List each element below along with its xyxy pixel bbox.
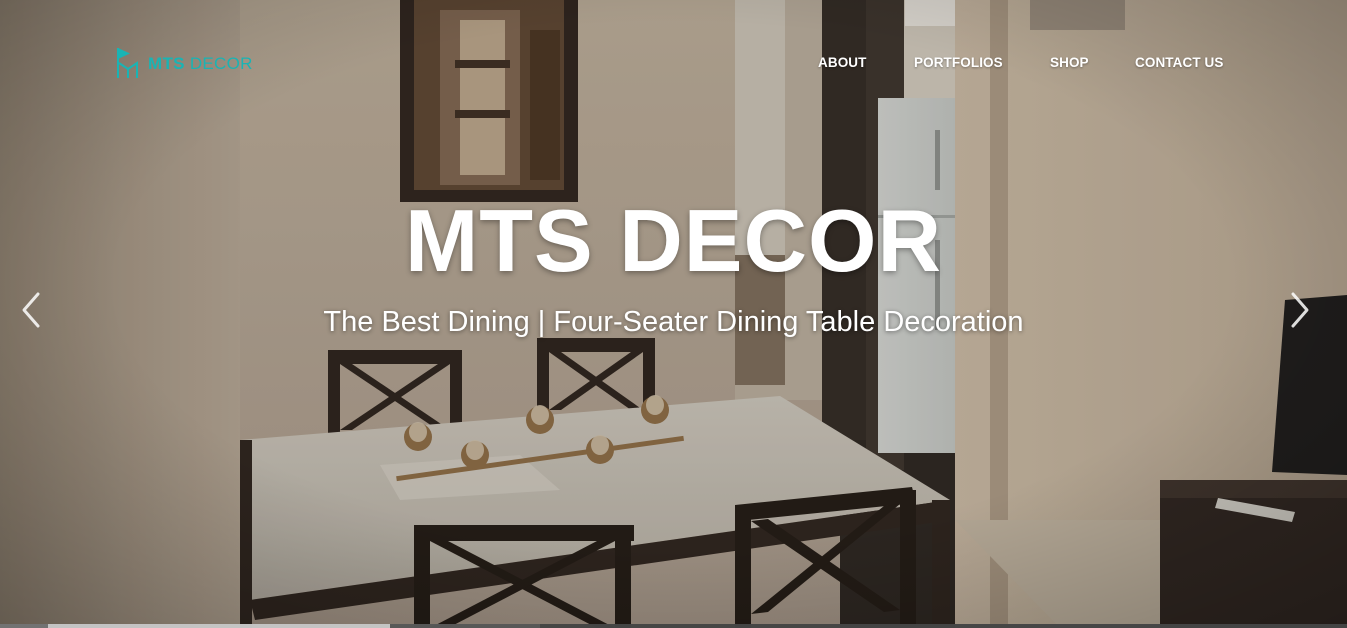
main-nav: ABOUT PORTFOLIOS SHOP CONTACT US <box>0 55 1347 73</box>
carousel-indicator-active[interactable] <box>48 624 390 628</box>
nav-item-contact-us[interactable]: CONTACT US <box>1135 55 1224 70</box>
carousel-next-button[interactable] <box>1285 288 1315 332</box>
carousel-indicator[interactable] <box>0 624 48 628</box>
chevron-right-icon <box>1291 292 1309 328</box>
carousel-indicator-bar <box>0 624 1347 628</box>
carousel-indicator[interactable] <box>540 624 1347 628</box>
hero-background-image <box>0 0 1347 628</box>
nav-item-about[interactable]: ABOUT <box>818 55 867 70</box>
nav-item-portfolios[interactable]: PORTFOLIOS <box>914 55 1003 70</box>
carousel-prev-button[interactable] <box>16 288 46 332</box>
nav-item-shop[interactable]: SHOP <box>1050 55 1089 70</box>
carousel-indicator[interactable] <box>390 624 540 628</box>
chevron-left-icon <box>22 292 40 328</box>
hero-carousel: MTS DECOR ABOUT PORTFOLIOS SHOP CONTACT … <box>0 0 1347 628</box>
